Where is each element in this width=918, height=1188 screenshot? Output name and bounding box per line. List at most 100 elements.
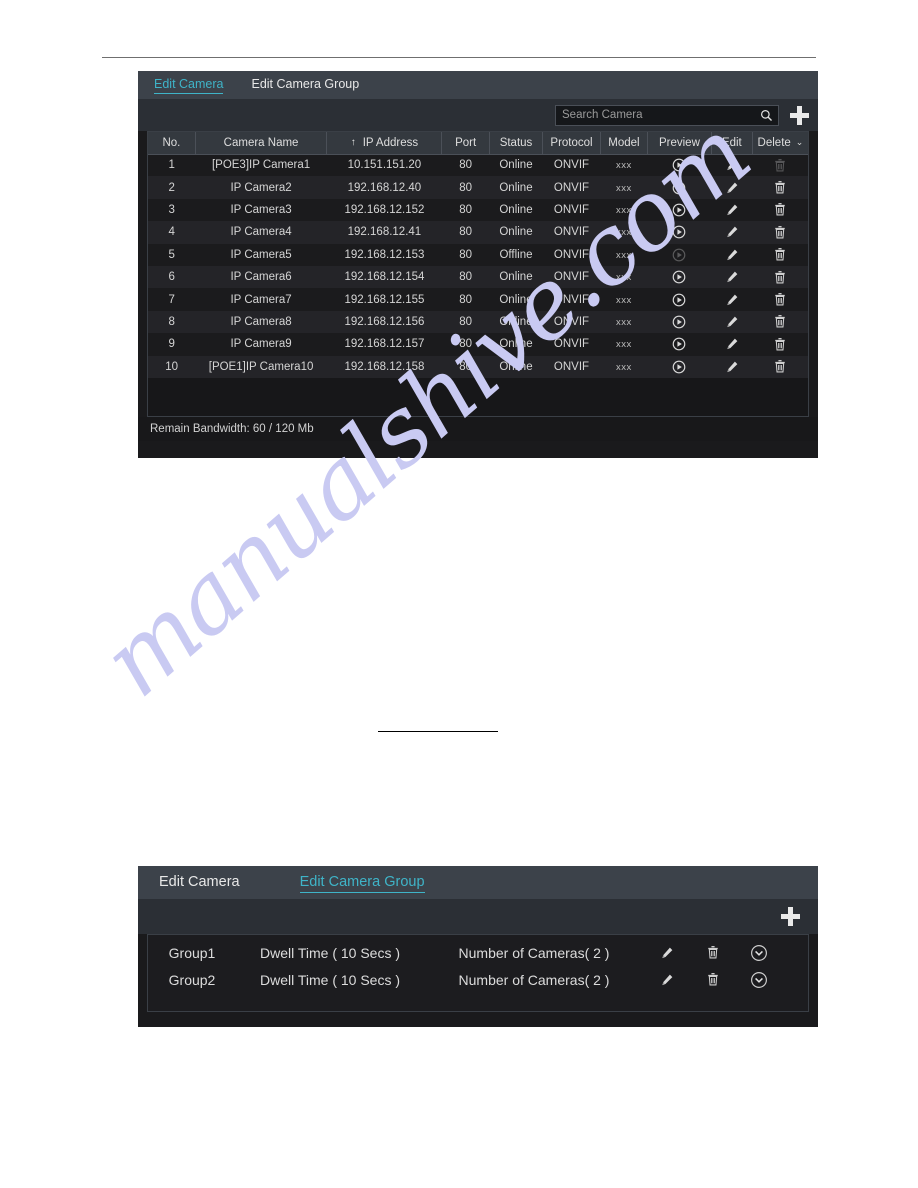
cell-preview[interactable]: [647, 265, 712, 289]
cell-edit[interactable]: [711, 288, 753, 311]
cell-preview[interactable]: [647, 310, 712, 334]
group-list-item[interactable]: Group2 Dwell Time ( 10 Secs ) Number of Ca…: [148, 966, 808, 993]
cell-delete[interactable]: [752, 176, 808, 199]
cell-delete[interactable]: [752, 310, 808, 334]
expand-chevron-down-icon[interactable]: [750, 971, 768, 989]
delete-trash-icon[interactable]: [773, 359, 787, 374]
delete-trash-icon[interactable]: [773, 247, 787, 262]
cell-preview[interactable]: [647, 176, 712, 199]
cell-delete[interactable]: [752, 198, 808, 222]
table-row[interactable]: 6 IP Camera6 192.168.12.154 80 Online ONVIF xx…: [148, 265, 808, 289]
cell-delete[interactable]: [752, 221, 808, 244]
preview-play-icon[interactable]: [672, 158, 686, 172]
group-edit-action[interactable]: [644, 946, 690, 960]
table-row[interactable]: 4 IP Camera4 192.168.12.41 80 Online ONVIF xxx: [148, 221, 808, 244]
group-tab-edit-camera[interactable]: Edit Camera: [159, 873, 240, 892]
cell-edit[interactable]: [711, 154, 753, 177]
preview-play-icon[interactable]: [672, 203, 686, 217]
cell-delete[interactable]: [752, 265, 808, 289]
edit-pencil-icon[interactable]: [725, 225, 739, 239]
search-input[interactable]: [562, 109, 760, 121]
column-header-camera-name[interactable]: Camera Name: [195, 132, 328, 155]
table-row[interactable]: 3 IP Camera3 192.168.12.152 80 Online ONVIF xx…: [148, 198, 808, 222]
table-row[interactable]: 5 IP Camera5 192.168.12.153 80 Offline ONVIF x…: [148, 243, 808, 266]
group-delete-action[interactable]: [690, 945, 736, 960]
group-expand-action[interactable]: [736, 971, 782, 989]
cell-delete[interactable]: [752, 333, 808, 356]
cell-preview[interactable]: [647, 355, 712, 378]
tab-edit-camera-group[interactable]: Edit Camera Group: [251, 77, 359, 93]
column-header-port[interactable]: Port: [441, 132, 490, 155]
search-icon[interactable]: [760, 109, 773, 122]
chevron-down-icon[interactable]: ⌄: [796, 137, 804, 148]
cell-edit[interactable]: [711, 221, 753, 244]
edit-pencil-icon[interactable]: [725, 315, 739, 329]
cell-preview[interactable]: [647, 288, 712, 311]
preview-play-icon[interactable]: [672, 293, 686, 307]
table-row[interactable]: 9 IP Camera9 192.168.12.157 80 Online ONVIF xx…: [148, 333, 808, 356]
add-group-button[interactable]: [781, 907, 800, 926]
column-header-model[interactable]: Model: [600, 132, 649, 155]
group-tab-edit-camera-group[interactable]: Edit Camera Group: [299, 873, 425, 893]
edit-pencil-icon[interactable]: [660, 946, 674, 960]
delete-trash-icon[interactable]: [706, 972, 720, 987]
table-row[interactable]: 10 [POE1]IP Camera10 192.168.12.158 80 Onlin…: [148, 355, 808, 378]
delete-trash-icon[interactable]: [773, 202, 787, 217]
group-expand-action[interactable]: [736, 944, 782, 962]
delete-trash-icon[interactable]: [706, 945, 720, 960]
expand-chevron-down-icon[interactable]: [750, 944, 768, 962]
delete-trash-icon[interactable]: [773, 225, 787, 240]
cell-edit[interactable]: [711, 333, 753, 356]
column-header-status[interactable]: Status: [489, 132, 544, 155]
table-row[interactable]: 2 IP Camera2 192.168.12.40 80 Online ONVIF xxx: [148, 176, 808, 199]
add-camera-button[interactable]: [790, 105, 809, 125]
cell-preview[interactable]: [647, 243, 712, 266]
cell-preview[interactable]: [647, 198, 712, 222]
group-delete-action[interactable]: [690, 972, 736, 987]
delete-trash-icon[interactable]: [773, 314, 787, 329]
preview-play-icon[interactable]: [672, 181, 686, 195]
cell-delete[interactable]: [752, 355, 808, 378]
delete-trash-icon[interactable]: [773, 180, 787, 195]
edit-pencil-icon[interactable]: [725, 248, 739, 262]
preview-play-icon[interactable]: [672, 360, 686, 374]
cell-preview[interactable]: [647, 154, 712, 177]
preview-play-icon[interactable]: [672, 337, 686, 351]
delete-trash-icon[interactable]: [773, 270, 787, 285]
table-row[interactable]: 7 IP Camera7 192.168.12.155 80 Online ONVIF xx…: [148, 288, 808, 311]
delete-trash-icon[interactable]: [773, 337, 787, 352]
cell-edit[interactable]: [711, 355, 753, 378]
cell-delete[interactable]: [752, 154, 808, 177]
edit-pencil-icon[interactable]: [725, 293, 739, 307]
column-header-protocol[interactable]: Protocol: [542, 132, 601, 155]
column-header-no[interactable]: No.: [148, 132, 196, 155]
cell-edit[interactable]: [711, 176, 753, 199]
edit-pencil-icon[interactable]: [725, 203, 739, 217]
search-camera-box[interactable]: [555, 104, 779, 126]
delete-trash-icon[interactable]: [773, 292, 787, 307]
sort-ascending-icon[interactable]: ↑: [351, 137, 356, 148]
cell-preview[interactable]: [647, 221, 712, 244]
column-header-ip-address[interactable]: ↑ IP Address: [326, 132, 443, 155]
table-row[interactable]: 8 IP Camera8 192.168.12.156 80 Online ONVIF xx…: [148, 310, 808, 334]
preview-play-icon[interactable]: [672, 270, 686, 284]
tab-edit-camera[interactable]: Edit Camera: [154, 77, 224, 94]
group-edit-action[interactable]: [644, 973, 690, 987]
cell-edit[interactable]: [711, 243, 753, 266]
column-header-edit[interactable]: Edit: [711, 132, 753, 155]
cell-edit[interactable]: [711, 198, 753, 222]
preview-play-icon[interactable]: [672, 248, 686, 262]
column-header-preview[interactable]: Preview: [647, 132, 712, 155]
cell-edit[interactable]: [711, 310, 753, 334]
preview-play-icon[interactable]: [672, 315, 686, 329]
edit-pencil-icon[interactable]: [725, 270, 739, 284]
group-list-item[interactable]: Group1 Dwell Time ( 10 Secs ) Number of Ca…: [148, 939, 808, 966]
preview-play-icon[interactable]: [672, 225, 686, 239]
edit-pencil-icon[interactable]: [725, 181, 739, 195]
edit-pencil-icon[interactable]: [725, 360, 739, 374]
cell-preview[interactable]: [647, 333, 712, 356]
cell-edit[interactable]: [711, 265, 753, 289]
edit-pencil-icon[interactable]: [725, 337, 739, 351]
column-header-delete[interactable]: Delete ⌄: [752, 132, 808, 155]
table-row[interactable]: 1 [POE3]IP Camera1 10.151.151.20 80 Online ON…: [148, 154, 808, 177]
